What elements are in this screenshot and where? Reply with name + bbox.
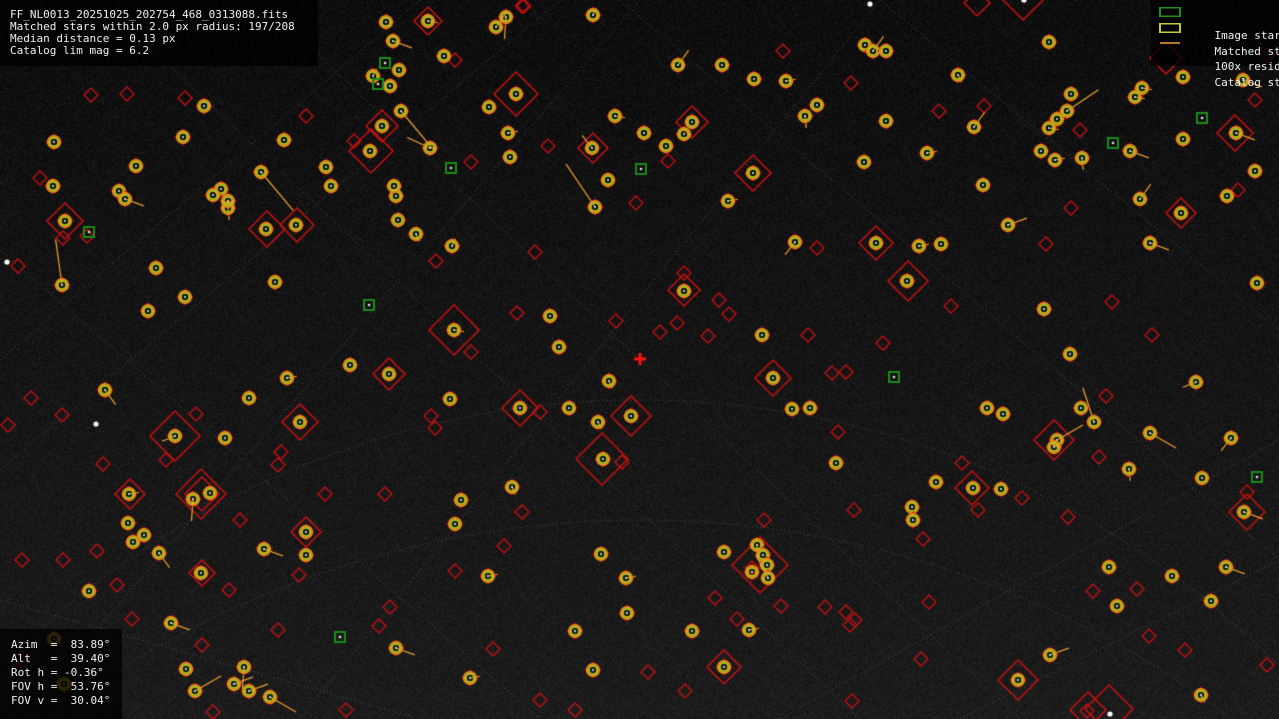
catalog-limiting-magnitude: Catalog lim mag = 6.2 — [10, 44, 150, 57]
pointing-info-panel: Azim = 83.89° Alt = 39.40° Rot h = -0.36… — [0, 629, 122, 719]
azimuth-readout: Azim = 83.89° — [11, 638, 111, 651]
legend-item-image-stars: Image stars — [1157, 6, 1279, 42]
fov-vertical-readout: FOV v = 30.04° — [11, 694, 111, 707]
fov-horizontal-readout: FOV h = 53.76° — [11, 680, 111, 693]
yellow-square-icon — [1159, 22, 1181, 33]
green-square-icon — [1159, 7, 1181, 17]
fits-info-panel: FF_NL0013_20251025_202754_468_0313088.fi… — [0, 0, 318, 66]
altitude-readout: Alt = 39.40° — [11, 652, 111, 665]
orange-line-icon — [1160, 42, 1180, 44]
sky-image-canvas[interactable] — [0, 0, 1279, 719]
legend-panel: Image stars Matched stars 100x residuals… — [1151, 0, 1279, 88]
red-diamond-icon — [1160, 53, 1180, 64]
legend-item-matched-stars: Matched stars — [1157, 22, 1279, 57]
rotation-readout: Rot h = -0.36° — [11, 666, 104, 679]
legend-label: Catalog stars — [1214, 75, 1279, 89]
legend-item-residuals: 100x residuals — [1157, 37, 1279, 73]
legend-item-catalog-stars: Catalog stars — [1157, 53, 1279, 88]
